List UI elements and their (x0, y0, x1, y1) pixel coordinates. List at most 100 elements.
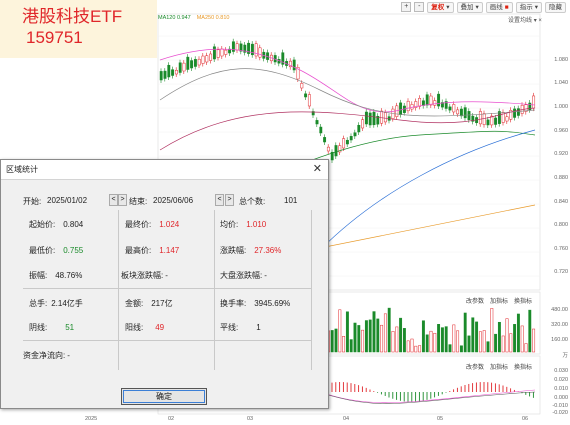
volume-bar (433, 332, 437, 353)
candle-body (410, 104, 414, 110)
volume-bar (444, 326, 448, 353)
candle-body (478, 111, 482, 125)
range-stats-dialog: 区域统计 ✕ 开始: 2025/01/02 < > 结束: 2025/06/06… (0, 159, 329, 409)
end-date: 2025/06/06 (153, 196, 194, 205)
range-row: 开始: 2025/01/02 < > 结束: 2025/06/06 < > 总个… (1, 194, 330, 208)
ma-settings-link[interactable]: 设置均线 ▾ × (508, 15, 542, 24)
down-count-cell: 阴线: 51 (29, 314, 117, 340)
prev-arrow-button[interactable]: < (215, 194, 224, 206)
candle-body (513, 108, 517, 118)
chart-toolbar: + - 复权 ▾ 叠加 ▾ 画线 ■ 指示 ▾ 隐藏 (158, 0, 570, 14)
candle-body (490, 115, 494, 126)
candle-body (315, 120, 319, 125)
candle-body (383, 112, 387, 123)
candle-body (258, 47, 262, 58)
macd-param-link[interactable]: 改参数 (466, 362, 484, 371)
ma-line (159, 68, 536, 117)
volume-bar (490, 308, 494, 353)
candle-body (323, 137, 327, 143)
volume-bar (516, 313, 520, 353)
macd-switch-indicator-link[interactable]: 换指标 (514, 362, 532, 371)
volume-bar (402, 328, 406, 353)
netflow-value: - (67, 350, 70, 360)
volume-bar (494, 333, 498, 353)
start-label: 开始: (23, 197, 42, 206)
volume-switch-indicator-link[interactable]: 换指标 (514, 296, 532, 305)
volume-bar (482, 330, 486, 353)
close-value: 1.024 (159, 219, 180, 229)
price-tick: 0.760 (554, 246, 568, 252)
macd-tick: 0.030 (554, 368, 568, 374)
next-arrow-button[interactable]: > (225, 194, 234, 206)
ok-button[interactable]: 确定 (121, 388, 207, 405)
date-tick: 04 (343, 416, 350, 422)
volume-add-indicator-link[interactable]: 加指标 (490, 296, 508, 305)
ma120-label: MA120 0.947 (158, 15, 191, 21)
overlay-label: 叠加 (460, 3, 474, 11)
volume-bar (334, 328, 338, 353)
volume-bar (353, 322, 357, 353)
candle-body (353, 132, 357, 137)
macd-add-indicator-link[interactable]: 加指标 (490, 362, 508, 371)
volume-unit: 万 (562, 353, 568, 359)
close-icon[interactable]: ✕ (313, 163, 322, 175)
dialog-title: 区域统计 (6, 165, 38, 174)
next-arrow-button[interactable]: > (118, 194, 127, 206)
overlay-button[interactable]: 叠加 ▾ (456, 1, 483, 13)
adjust-label: 复权 (431, 3, 445, 11)
zoom-in-button[interactable]: + (401, 2, 412, 12)
candle-body (399, 102, 403, 115)
chevron-down-icon: ▾ (446, 3, 450, 11)
prev-arrow-button[interactable]: < (109, 194, 118, 206)
amplitude-cell: 振幅: 48.76% (29, 262, 117, 288)
count-value: 101 (284, 196, 298, 205)
candle-body (406, 100, 410, 112)
candle-body (463, 107, 467, 119)
indicator-button[interactable]: 指示 ▾ (515, 1, 542, 13)
macd-legend: 改参数 加指标 换指标 (466, 362, 532, 371)
volume-bar (501, 335, 505, 353)
volume-bar (380, 324, 384, 353)
volume-bar (513, 324, 517, 353)
volume-legend: 改参数 加指标 换指标 (466, 296, 532, 305)
candle-body (224, 49, 228, 55)
sector-value: - (165, 270, 168, 280)
adjust-button[interactable]: 复权 ▾ (427, 1, 454, 13)
ma250-label: MA250 0.810 (196, 15, 230, 21)
candle-body (334, 145, 338, 157)
etf-name: 港股科技ETF (22, 7, 123, 26)
price-tick: 0.960 (554, 128, 568, 134)
volume-bar (497, 321, 501, 353)
change-cell: 涨跌幅: 27.36% (220, 237, 308, 263)
amplitude-value: 48.76% (55, 270, 83, 280)
volume-bar (406, 340, 410, 353)
candle-body (292, 59, 296, 71)
volume-bar (448, 344, 452, 353)
up-label: 阳线: (125, 322, 144, 332)
zoom-out-button[interactable]: - (414, 2, 425, 12)
volume-bar (452, 324, 456, 353)
candle-body (174, 69, 178, 75)
flat-value: 1 (256, 322, 261, 332)
start-date: 2025/01/02 (47, 196, 88, 205)
volume-cell: 总手: 2.14亿手 (29, 290, 117, 316)
candle-body (319, 126, 323, 134)
turnover-value: 3945.69% (254, 298, 291, 308)
dialog-titlebar[interactable]: 区域统计 ✕ (1, 160, 328, 180)
candle-body (357, 124, 361, 133)
volume-bar (467, 335, 471, 353)
candle-body (349, 136, 353, 141)
candle-body (448, 106, 452, 111)
candle-body (516, 108, 520, 116)
candle-body (190, 60, 194, 69)
candle-body (380, 110, 384, 124)
volume-param-link[interactable]: 改参数 (466, 296, 484, 305)
down-label: 阴线: (29, 322, 48, 332)
candle-body (231, 41, 235, 52)
indicator-label: 指示 (519, 3, 533, 11)
amount-label: 金额: (125, 298, 144, 308)
candle-body (235, 43, 239, 51)
open-price-cell: 起始价: 0.804 (29, 211, 117, 237)
draw-button[interactable]: 画线 ■ (485, 1, 513, 13)
netflow-cell: 资金净流向: - (23, 342, 117, 368)
